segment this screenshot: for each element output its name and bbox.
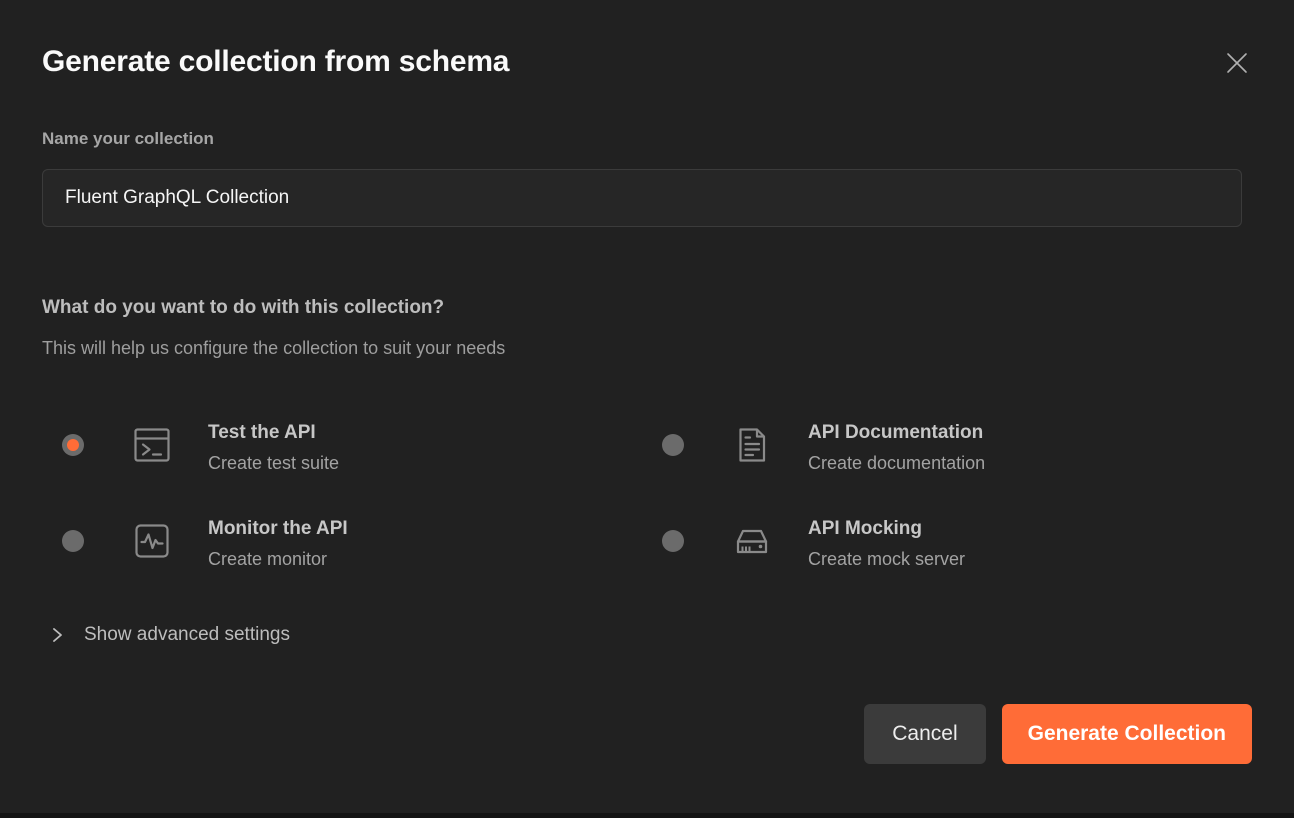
- terminal-icon: [130, 423, 174, 467]
- option-description: Create test suite: [208, 450, 339, 478]
- purpose-heading: What do you want to do with this collect…: [42, 297, 444, 319]
- option-text: API Documentation Create documentation: [808, 418, 985, 478]
- name-field-label: Name your collection: [42, 129, 214, 149]
- option-monitor-the-api[interactable]: Monitor the API Create monitor: [62, 506, 662, 602]
- option-api-documentation[interactable]: API Documentation Create documentation: [662, 410, 1222, 506]
- purpose-subheading: This will help us configure the collecti…: [42, 338, 505, 359]
- option-api-mocking[interactable]: API Mocking Create mock server: [662, 506, 1222, 602]
- chevron-right-icon: [46, 624, 68, 646]
- advanced-settings-label: Show advanced settings: [84, 624, 290, 646]
- radio-api-mocking[interactable]: [662, 530, 684, 552]
- option-label: API Mocking: [808, 514, 965, 543]
- option-description: Create documentation: [808, 450, 985, 478]
- option-label: API Documentation: [808, 418, 985, 447]
- close-icon: [1224, 50, 1250, 76]
- radio-api-documentation[interactable]: [662, 434, 684, 456]
- option-label: Monitor the API: [208, 514, 348, 543]
- close-button[interactable]: [1220, 46, 1254, 80]
- option-description: Create mock server: [808, 546, 965, 574]
- document-icon: [730, 423, 774, 467]
- radio-dot: [67, 439, 79, 451]
- option-test-the-api[interactable]: Test the API Create test suite: [62, 410, 662, 506]
- option-text: Test the API Create test suite: [208, 418, 339, 478]
- collection-name-input[interactable]: [42, 169, 1242, 227]
- cancel-button[interactable]: Cancel: [864, 704, 985, 764]
- server-icon: [730, 519, 774, 563]
- monitor-pulse-icon: [130, 519, 174, 563]
- generate-collection-modal: Generate collection from schema Name you…: [0, 0, 1294, 813]
- page-title: Generate collection from schema: [42, 44, 509, 80]
- radio-monitor-the-api[interactable]: [62, 530, 84, 552]
- option-label: Test the API: [208, 418, 339, 447]
- option-description: Create monitor: [208, 546, 348, 574]
- generate-collection-button[interactable]: Generate Collection: [1002, 704, 1252, 764]
- option-text: API Mocking Create mock server: [808, 514, 965, 574]
- modal-footer: Cancel Generate Collection: [864, 704, 1252, 764]
- radio-test-the-api[interactable]: [62, 434, 84, 456]
- bottom-edge-strip: [0, 813, 1294, 818]
- option-text: Monitor the API Create monitor: [208, 514, 348, 574]
- show-advanced-settings-toggle[interactable]: Show advanced settings: [46, 624, 290, 646]
- purpose-option-group: Test the API Create test suite AP: [62, 410, 1242, 602]
